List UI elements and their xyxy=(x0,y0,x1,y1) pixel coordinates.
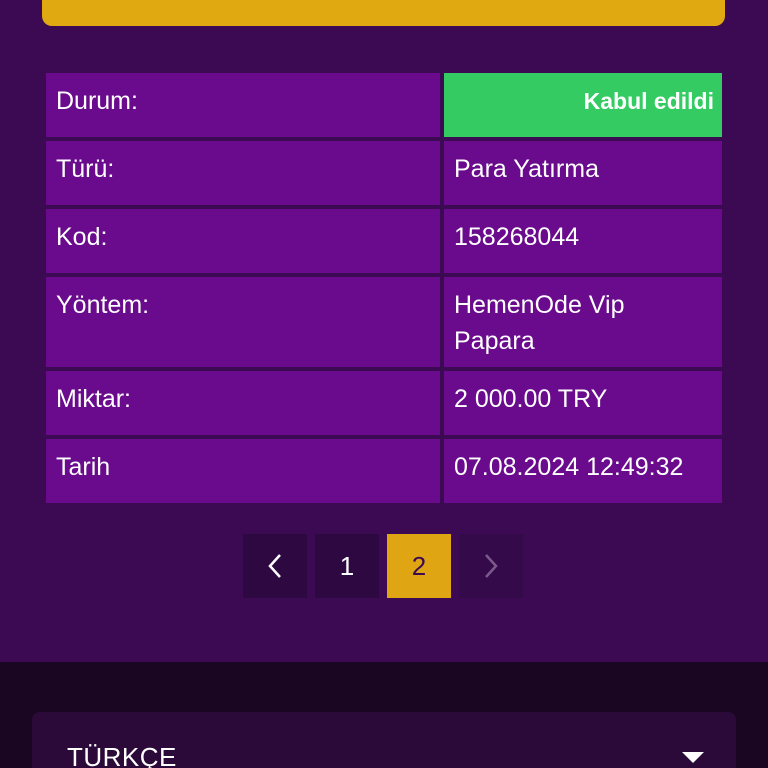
language-select[interactable]: TÜRKÇE xyxy=(32,712,736,768)
table-row-date: Tarih 07.08.2024 12:49:32 xyxy=(46,439,722,503)
amount-value: 2 000.00 TRY xyxy=(444,371,722,435)
date-value: 07.08.2024 12:49:32 xyxy=(444,439,722,503)
table-row-status: Durum: Kabul edildi xyxy=(46,73,722,137)
transaction-detail-panel: Durum: Kabul edildi Türü: Para Yatırma K… xyxy=(0,0,768,662)
table-row-amount: Miktar: 2 000.00 TRY xyxy=(46,371,722,435)
code-label: Kod: xyxy=(46,209,440,273)
date-label: Tarih xyxy=(46,439,440,503)
pagination: 1 2 xyxy=(243,534,531,598)
language-select-label: TÜRKÇE xyxy=(67,742,177,768)
amount-label: Miktar: xyxy=(46,371,440,435)
prev-page-button[interactable] xyxy=(243,534,307,598)
type-label: Türü: xyxy=(46,141,440,205)
method-label: Yöntem: xyxy=(46,277,440,367)
top-action-bar[interactable] xyxy=(42,0,725,26)
method-value: HemenOde Vip Papara xyxy=(444,277,722,367)
status-badge: Kabul edildi xyxy=(444,73,722,137)
next-page-button[interactable] xyxy=(459,534,523,598)
chevron-right-icon xyxy=(485,554,498,578)
page-button-2-current[interactable]: 2 xyxy=(387,534,451,598)
table-row-type: Türü: Para Yatırma xyxy=(46,141,722,205)
code-value: 158268044 xyxy=(444,209,722,273)
transaction-details-table: Durum: Kabul edildi Türü: Para Yatırma K… xyxy=(46,73,722,507)
page-button-1[interactable]: 1 xyxy=(315,534,379,598)
chevron-left-icon xyxy=(268,554,281,578)
caret-down-icon xyxy=(682,752,704,763)
status-label: Durum: xyxy=(46,73,440,137)
type-value: Para Yatırma xyxy=(444,141,722,205)
table-row-code: Kod: 158268044 xyxy=(46,209,722,273)
table-row-method: Yöntem: HemenOde Vip Papara xyxy=(46,277,722,367)
